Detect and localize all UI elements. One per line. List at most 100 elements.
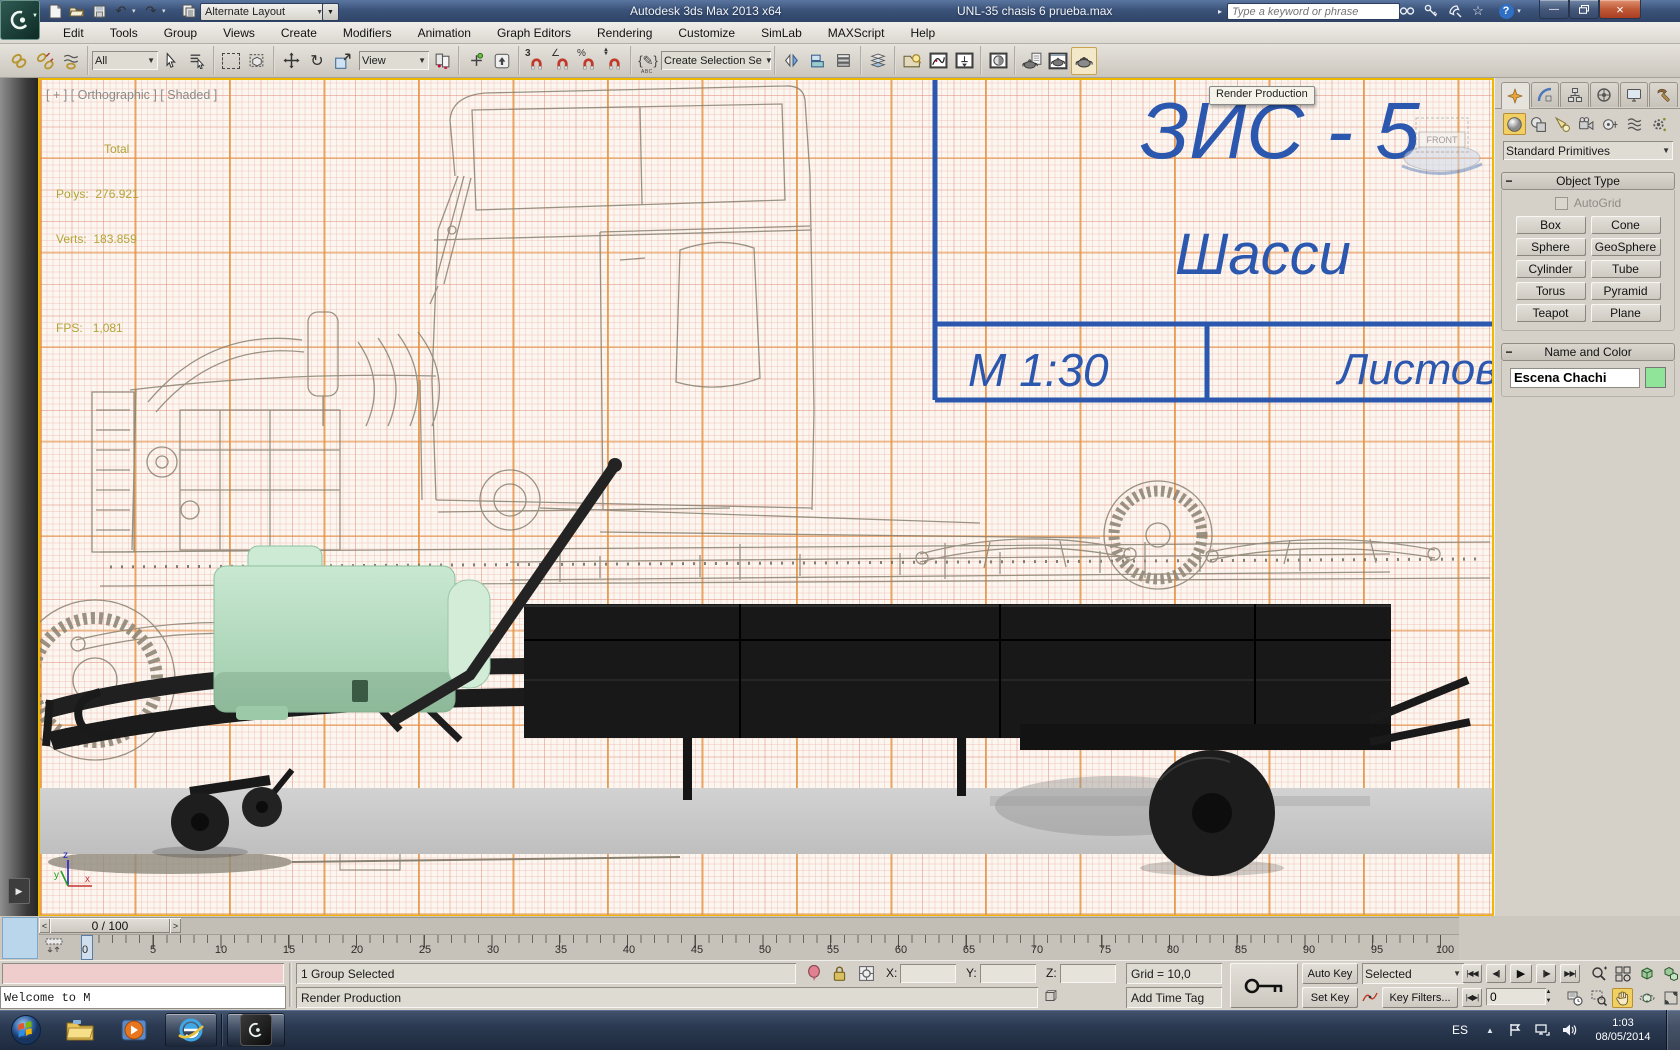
select-and-move-button[interactable]: [278, 47, 304, 75]
tab-display[interactable]: [1619, 82, 1649, 107]
select-and-rotate-button[interactable]: ↻: [304, 47, 330, 75]
object-type-header[interactable]: − Object Type: [1501, 172, 1675, 190]
reference-coordinate-dropdown[interactable]: View ▼: [359, 51, 429, 70]
orbit-button[interactable]: [1636, 988, 1657, 1008]
menu-item[interactable]: Animation: [405, 26, 484, 40]
pan-button[interactable]: [1612, 988, 1633, 1008]
help-icon[interactable]: ?: [1496, 2, 1516, 20]
search-input[interactable]: [1227, 3, 1400, 20]
schematic-view-button[interactable]: [951, 47, 977, 75]
tray-language[interactable]: ES: [1452, 1023, 1468, 1037]
menu-item[interactable]: Group: [151, 26, 210, 40]
menu-item[interactable]: Rendering: [584, 26, 665, 40]
restore-button[interactable]: [1569, 0, 1599, 19]
select-and-link-button[interactable]: [6, 47, 32, 75]
category-geometry[interactable]: [1503, 113, 1526, 135]
name-color-header[interactable]: − Name and Color: [1501, 343, 1675, 361]
tab-create[interactable]: [1501, 82, 1530, 109]
menu-item[interactable]: Edit: [50, 26, 97, 40]
category-helpers[interactable]: [1599, 113, 1622, 135]
selection-lock-toggle[interactable]: [832, 965, 847, 982]
layer-manager-button[interactable]: [831, 47, 857, 75]
action-center-flag-icon[interactable]: [1508, 1023, 1522, 1037]
communication-key-icon[interactable]: [1421, 2, 1441, 20]
primitive-button[interactable]: Pyramid: [1590, 282, 1661, 300]
keyboard-shortcut-override-button[interactable]: [489, 47, 515, 75]
primitive-button[interactable]: Box: [1515, 216, 1586, 234]
play-button[interactable]: ▶: [1510, 964, 1532, 983]
rectangular-selection-region-button[interactable]: [218, 47, 244, 75]
zoom-extents-all-button[interactable]: [1660, 964, 1680, 984]
viewport-label[interactable]: [ + ] [ Orthographic ] [ Shaded ]: [46, 88, 217, 102]
zoom-button[interactable]: [1588, 964, 1609, 984]
primitive-button[interactable]: Cone: [1590, 216, 1661, 234]
workspace-dropdown[interactable]: Alternate Layout ▼: [200, 3, 328, 21]
percent-snap-toggle[interactable]: %: [575, 47, 601, 75]
current-frame-field[interactable]: [1486, 988, 1546, 1005]
menu-item[interactable]: Views: [210, 26, 268, 40]
communication-center-icon[interactable]: [1445, 2, 1465, 20]
default-in-out-tangent-icon[interactable]: [1362, 989, 1378, 1005]
primitive-button[interactable]: Tube: [1590, 260, 1661, 278]
go-to-end-button[interactable]: ▶▶ |: [1560, 964, 1580, 983]
absolute-relative-toggle[interactable]: [858, 965, 875, 982]
application-menu-button[interactable]: ▼: [0, 0, 40, 40]
time-slider-handle[interactable]: 0 / 100: [50, 918, 170, 933]
tab-utilities[interactable]: [1649, 82, 1679, 107]
select-and-manipulate-button[interactable]: [463, 47, 489, 75]
redo-button[interactable]: ↷: [140, 2, 162, 20]
primitive-category-dropdown[interactable]: Standard Primitives ▼: [1503, 141, 1673, 160]
menu-item[interactable]: SimLab: [748, 26, 815, 40]
favorites-star-icon[interactable]: ☆: [1468, 2, 1488, 20]
set-keys-button[interactable]: [1230, 963, 1298, 1008]
select-by-name-button[interactable]: [184, 47, 210, 75]
taskbar-3dsmax-button[interactable]: [227, 1013, 285, 1047]
close-button[interactable]: ×: [1599, 0, 1641, 19]
snaps-toggle-button[interactable]: 3: [523, 47, 549, 75]
add-time-tag[interactable]: Add Time Tag: [1126, 987, 1222, 1008]
angle-snap-toggle[interactable]: ∠: [549, 47, 575, 75]
spinner-snap-toggle[interactable]: ▲ ▼: [601, 47, 627, 75]
isolate-selection-toggle[interactable]: [806, 965, 822, 983]
next-frame-button[interactable]: || ▶: [1536, 964, 1556, 983]
region-zoom-button[interactable]: [1588, 988, 1609, 1008]
primitive-button[interactable]: Sphere: [1515, 238, 1586, 256]
workspace-menu-button[interactable]: ▼: [322, 3, 339, 21]
menu-item[interactable]: Create: [268, 26, 330, 40]
bind-to-space-warp-button[interactable]: [58, 47, 84, 75]
set-key-button[interactable]: Set Key: [1302, 987, 1358, 1008]
unlink-selection-button[interactable]: [32, 47, 58, 75]
volume-icon[interactable]: [1562, 1023, 1577, 1037]
selection-filter-dropdown[interactable]: All ▼: [92, 51, 158, 70]
edit-named-selection-sets-button[interactable]: {✎} ABC: [635, 47, 661, 75]
menu-item[interactable]: Modifiers: [330, 26, 405, 40]
project-folder-button[interactable]: [178, 2, 200, 20]
tray-expand-arrow[interactable]: ▲: [1486, 1026, 1494, 1035]
select-and-scale-button[interactable]: [330, 47, 356, 75]
rendered-frame-window-button[interactable]: [1045, 47, 1071, 75]
search-expander-arrow[interactable]: ▸: [1215, 2, 1225, 20]
splitter[interactable]: [289, 963, 292, 1007]
auto-key-button[interactable]: Auto Key: [1302, 963, 1358, 984]
manage-container-button[interactable]: [899, 47, 925, 75]
object-name-field[interactable]: [1510, 367, 1640, 388]
time-slider-track[interactable]: < 0 / 100 >: [39, 917, 1459, 934]
key-filter-set-dropdown[interactable]: Selected ▼: [1362, 963, 1464, 984]
named-selection-set-dropdown[interactable]: Create Selection Se ▼: [661, 51, 771, 70]
taskbar-explorer-button[interactable]: [58, 1013, 102, 1047]
go-to-start-button[interactable]: | ◀◀: [1462, 964, 1482, 983]
menu-item[interactable]: MAXScript: [815, 26, 898, 40]
mirror-button[interactable]: [779, 47, 805, 75]
zoom-all-button[interactable]: [1612, 964, 1633, 984]
previous-frame-button[interactable]: ◀ ||: [1486, 964, 1506, 983]
category-systems[interactable]: [1647, 113, 1670, 135]
curve-editor-button[interactable]: [925, 47, 951, 75]
menu-item[interactable]: Graph Editors: [484, 26, 584, 40]
category-cameras[interactable]: [1575, 113, 1598, 135]
y-coordinate-field[interactable]: [980, 964, 1036, 983]
object-color-swatch[interactable]: [1645, 367, 1666, 388]
undo-dropdown-arrow[interactable]: ▾: [132, 7, 140, 15]
track-bar[interactable]: 0 5 10 15 20 25 30 35 40 45 50 55 60 65 70 75 80 85 90 95 10…: [39, 934, 1459, 960]
trackbar-filter-icon[interactable]: [44, 937, 70, 957]
category-shapes[interactable]: [1527, 113, 1550, 135]
